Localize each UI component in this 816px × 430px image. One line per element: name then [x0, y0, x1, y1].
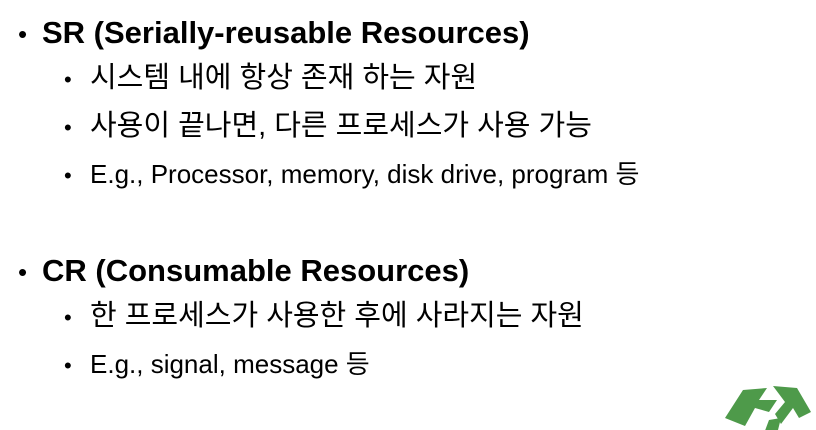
cr-item: • E.g., signal, message 등 — [0, 341, 760, 389]
sr-item-text: 시스템 내에 항상 존재 하는 자원 — [90, 62, 478, 94]
sr-item-text: 사용이 끝나면, 다른 프로세스가 사용 가능 — [90, 110, 592, 142]
cr-item-text: 한 프로세스가 사용한 후에 사라지는 자원 — [90, 300, 584, 332]
bullet: • — [64, 163, 72, 188]
cr-section: • CR (Consumable Resources) • 한 프로세스가 사용… — [0, 250, 760, 389]
bullet: • — [64, 67, 72, 92]
bullet: • — [18, 257, 28, 287]
sr-item: • E.g., Processor, memory, disk drive, p… — [0, 151, 760, 199]
cr-heading-row: • CR (Consumable Resources) — [0, 250, 760, 293]
bullet: • — [18, 19, 28, 49]
bullet: • — [64, 115, 72, 140]
slide: • SR (Serially-reusable Resources) • 시스템… — [0, 0, 816, 430]
sr-heading: SR (Serially-reusable Resources) — [42, 15, 530, 50]
recycle-arrows-icon — [725, 386, 811, 430]
sr-heading-row: • SR (Serially-reusable Resources) — [0, 12, 760, 55]
sr-section: • SR (Serially-reusable Resources) • 시스템… — [0, 12, 760, 199]
bullet: • — [64, 353, 72, 378]
sr-item: • 사용이 끝나면, 다른 프로세스가 사용 가능 — [0, 103, 760, 151]
sr-item: • 시스템 내에 항상 존재 하는 자원 — [0, 55, 760, 103]
bullet: • — [64, 305, 72, 330]
cr-item-text: E.g., signal, message 등 — [90, 349, 370, 379]
cr-item: • 한 프로세스가 사용한 후에 사라지는 자원 — [0, 293, 760, 341]
cr-heading: CR (Consumable Resources) — [42, 253, 470, 288]
sr-item-text: E.g., Processor, memory, disk drive, pro… — [90, 159, 640, 189]
